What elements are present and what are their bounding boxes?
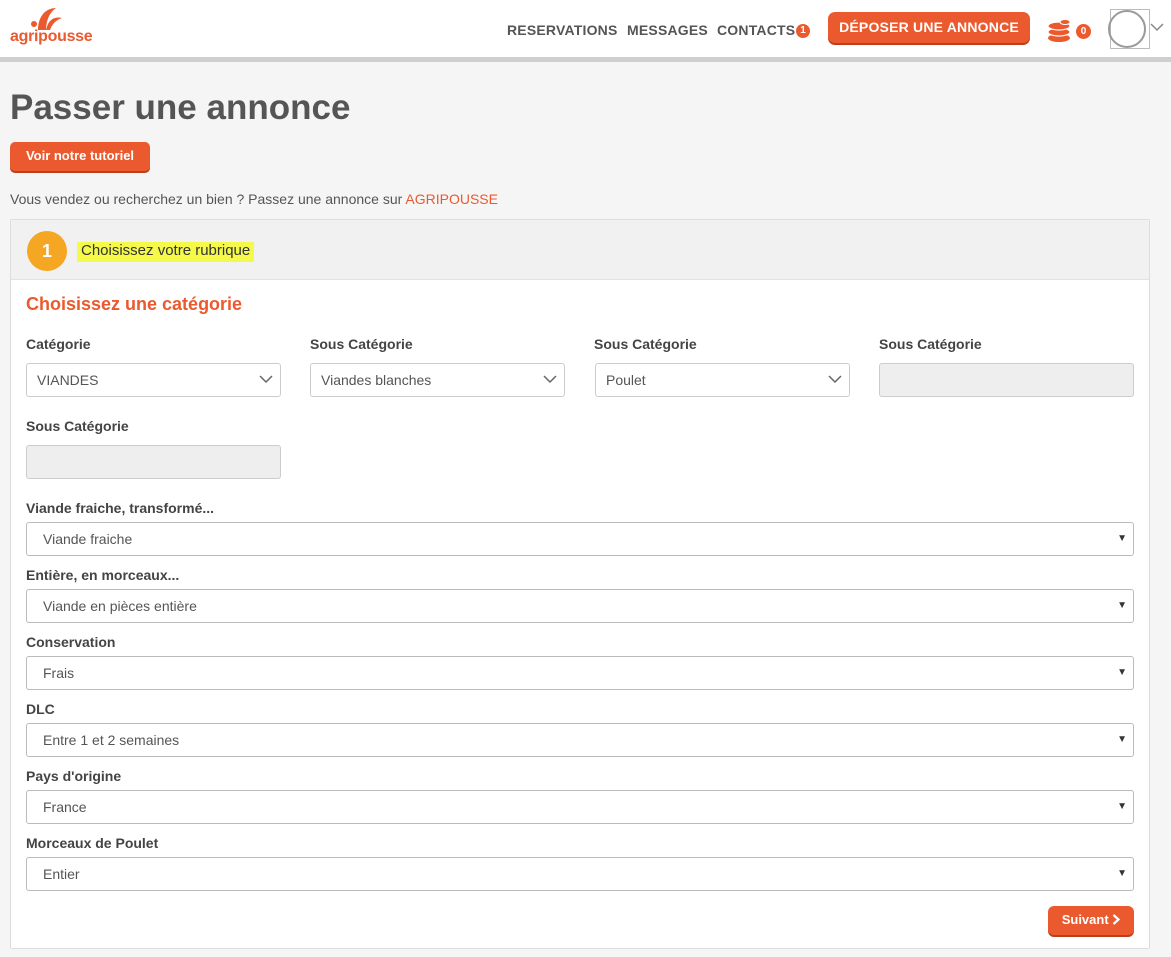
attribute-select-pieces[interactable]: Entier ▼ <box>26 857 1134 891</box>
caret-down-icon: ▼ <box>1117 600 1127 611</box>
attribute-label-conservation: Conservation <box>26 634 116 650</box>
attribute-select-conservation[interactable]: Frais ▼ <box>26 656 1134 690</box>
attribute-value-pieces: Entier <box>43 866 80 882</box>
caret-down-icon: ▼ <box>1117 667 1127 678</box>
attribute-label-cut: Entière, en morceaux... <box>26 567 180 583</box>
attribute-value-cut: Viande en pièces entière <box>43 598 197 614</box>
top-header: agripousse RESERVATIONS MESSAGES CONTACT… <box>0 0 1171 62</box>
coins-badge: 0 <box>1076 24 1091 39</box>
user-avatar[interactable] <box>1108 9 1150 49</box>
attribute-label-type: Viande fraiche, transformé... <box>26 500 215 516</box>
intro-sentence: Vous vendez ou recherchez un bien ? Pass… <box>10 191 406 207</box>
attribute-label-pieces: Morceaux de Poulet <box>26 835 159 851</box>
category-select[interactable]: VIANDES <box>26 363 281 397</box>
subcategory-2-select[interactable]: Poulet <box>595 363 850 397</box>
nav-reservations[interactable]: RESERVATIONS <box>507 22 618 38</box>
step-panel: 1 Choisissez votre rubrique Choisissez u… <box>10 219 1150 949</box>
caret-down-icon: ▼ <box>1117 868 1127 879</box>
nav-contacts[interactable]: CONTACTS <box>717 22 795 38</box>
chevron-right-icon <box>1113 914 1121 925</box>
subcategory-4-label: Sous Catégorie <box>26 418 129 434</box>
next-button-label: Suivant <box>1061 912 1109 927</box>
step-number-badge: 1 <box>27 231 67 271</box>
page-title: Passer une annonce <box>10 88 351 127</box>
attribute-select-cut[interactable]: Viande en pièces entière ▼ <box>26 589 1134 623</box>
contacts-badge: 1 <box>796 24 810 38</box>
attribute-value-conservation: Frais <box>43 665 75 681</box>
logo-text: agripousse <box>10 28 93 45</box>
tutorial-button[interactable]: Voir notre tutoriel <box>10 142 150 171</box>
agripousse-logo[interactable]: agripousse <box>8 6 98 50</box>
chevron-down-icon[interactable] <box>1150 22 1164 32</box>
caret-down-icon: ▼ <box>1117 801 1127 812</box>
attribute-value-type: Viande fraiche <box>43 531 133 547</box>
subcategory-2-value: Poulet <box>606 372 646 388</box>
coins-icon[interactable] <box>1046 18 1072 44</box>
chevron-down-icon <box>543 375 557 384</box>
chevron-down-icon <box>259 375 273 384</box>
attribute-select-dlc[interactable]: Entre 1 et 2 semaines ▼ <box>26 723 1134 757</box>
deposit-ad-button[interactable]: DÉPOSER UNE ANNONCE <box>828 12 1030 43</box>
step-title: Choisissez votre rubrique <box>77 242 255 262</box>
avatar-placeholder-icon <box>1108 10 1146 48</box>
attribute-select-type[interactable]: Viande fraiche ▼ <box>26 522 1134 556</box>
subcategory-1-value: Viandes blanches <box>321 372 432 388</box>
caret-down-icon: ▼ <box>1117 533 1127 544</box>
attribute-value-dlc: Entre 1 et 2 semaines <box>43 732 180 748</box>
next-button[interactable]: Suivant <box>1048 906 1134 935</box>
intro-brand-link[interactable]: AGRIPOUSSE <box>405 191 498 207</box>
attribute-value-origin: France <box>43 799 87 815</box>
step-header: 1 Choisissez votre rubrique <box>11 220 1149 280</box>
caret-down-icon: ▼ <box>1117 734 1127 745</box>
subcategory-3-select <box>879 363 1134 397</box>
subcategory-1-select[interactable]: Viandes blanches <box>310 363 565 397</box>
section-title: Choisissez une catégorie <box>26 294 243 314</box>
category-value: VIANDES <box>37 372 99 388</box>
subcategory-1-label: Sous Catégorie <box>310 336 413 352</box>
attribute-label-origin: Pays d'origine <box>26 768 122 784</box>
subcategory-4-select <box>26 445 281 479</box>
intro-text: Vous vendez ou recherchez un bien ? Pass… <box>10 191 498 207</box>
chevron-down-icon <box>828 375 842 384</box>
subcategory-2-label: Sous Catégorie <box>594 336 697 352</box>
nav-messages[interactable]: MESSAGES <box>627 22 708 38</box>
attribute-label-dlc: DLC <box>26 701 55 717</box>
category-label: Catégorie <box>26 336 91 352</box>
attribute-select-origin[interactable]: France ▼ <box>26 790 1134 824</box>
subcategory-3-label: Sous Catégorie <box>879 336 982 352</box>
